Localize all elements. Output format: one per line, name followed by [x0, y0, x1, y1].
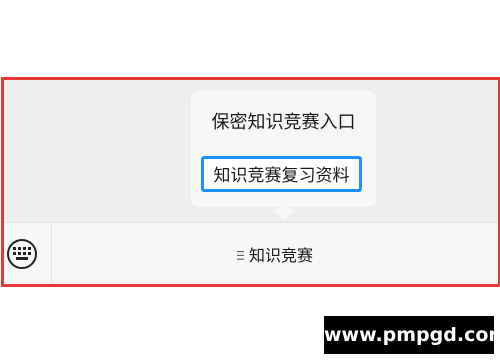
menu-item-contest-entry[interactable]: 保密知识竞赛入口 [191, 108, 376, 134]
popup-menu: 保密知识竞赛入口 知识竞赛复习资料 [191, 91, 376, 207]
menu-tab-knowledge-contest[interactable]: 知识竞赛 [52, 223, 498, 284]
watermark: www.pmpgd.com [324, 316, 500, 354]
menu-tab-label: 知识竞赛 [248, 246, 313, 265]
menu-item-study-materials[interactable]: 知识竞赛复习资料 [201, 156, 362, 192]
keyboard-icon [7, 239, 37, 269]
highlight-frame: 保密知识竞赛入口 知识竞赛复习资料 知识竞赛 [1, 77, 500, 287]
keyboard-toggle-button[interactable] [4, 223, 52, 284]
bottom-menu-bar: 知识竞赛 [4, 222, 498, 284]
menu-lines-icon [236, 245, 244, 264]
